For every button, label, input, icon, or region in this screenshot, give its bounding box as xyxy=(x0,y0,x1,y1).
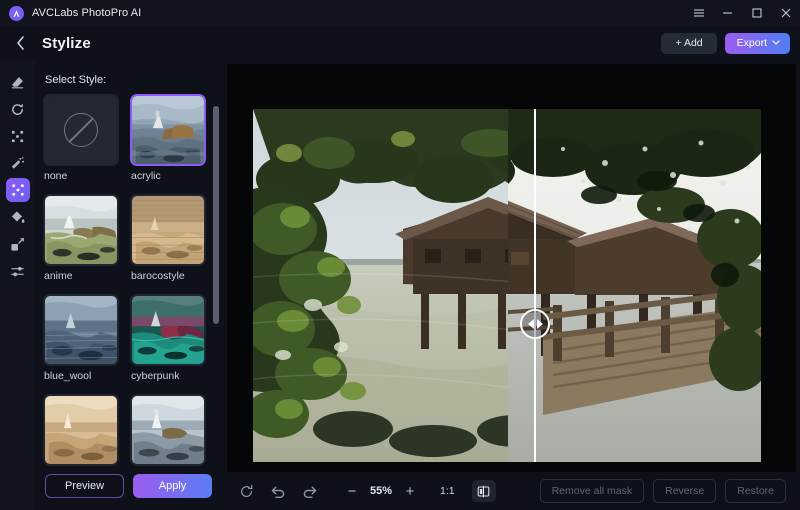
actual-size-button[interactable]: 1:1 xyxy=(435,482,460,500)
back-button[interactable] xyxy=(10,33,30,53)
style-item-barocostyle[interactable]: barocostyle xyxy=(130,194,206,288)
app-logo-icon xyxy=(9,5,24,21)
minimize-icon[interactable] xyxy=(721,7,734,20)
header-actions: + Add Export xyxy=(661,32,790,54)
style-label: anime xyxy=(44,270,73,282)
hamburger-icon[interactable] xyxy=(692,7,705,20)
window-controls xyxy=(692,7,792,20)
style-thumbnail[interactable] xyxy=(130,394,206,466)
triangle-left-icon xyxy=(527,319,534,329)
split-view-icon[interactable] xyxy=(471,480,496,502)
zoom-controls: − 55% + xyxy=(341,480,421,502)
close-icon[interactable] xyxy=(779,7,792,20)
app-window: AVCLabs PhotoPro AI Stylize + Add Export xyxy=(0,0,800,510)
style-label: barocostyle xyxy=(131,270,185,282)
style-scrollbar[interactable] xyxy=(213,94,219,466)
select-style-label: Select Style: xyxy=(45,74,107,86)
zoom-level-value: 55% xyxy=(369,485,393,497)
tool-rail xyxy=(0,60,35,510)
style-thumbnail[interactable] xyxy=(130,194,206,266)
style-item-blue-wool[interactable]: blue_wool xyxy=(43,294,119,388)
app-title: AVCLabs PhotoPro AI xyxy=(32,7,142,19)
style-thumbnail[interactable] xyxy=(43,94,119,166)
mask-actions: Remove all mask Reverse Restore xyxy=(539,479,786,503)
style-thumbnail[interactable] xyxy=(130,294,206,366)
style-item-sepia[interactable] xyxy=(43,394,119,466)
style-item-none[interactable]: none xyxy=(43,94,119,188)
paint-bucket-icon[interactable] xyxy=(6,205,30,229)
scrollbar-thumb[interactable] xyxy=(213,106,219,324)
maximize-icon[interactable] xyxy=(750,7,763,20)
page-header: Stylize + Add Export xyxy=(0,26,800,60)
canvas-toolbar: − 55% + 1:1 Remove all mask Reverse Rest… xyxy=(227,472,796,510)
style-label: blue_wool xyxy=(44,370,92,382)
style-label: none xyxy=(44,170,68,182)
app-body: Select Style: none acrylic anime barocos… xyxy=(0,60,800,510)
adjust-sliders-icon[interactable] xyxy=(6,259,30,283)
title-bar: AVCLabs PhotoPro AI xyxy=(0,0,800,26)
style-thumbnail[interactable] xyxy=(43,294,119,366)
stylize-icon[interactable] xyxy=(5,178,30,202)
restore-button[interactable]: Restore xyxy=(725,479,786,503)
export-label: Export xyxy=(736,37,767,49)
comparison-viewer[interactable] xyxy=(253,109,761,462)
panel-footer: Preview Apply xyxy=(43,466,223,510)
add-button[interactable]: + Add xyxy=(661,32,717,54)
style-panel: Select Style: none acrylic anime barocos… xyxy=(35,60,223,510)
remove-all-mask-button[interactable]: Remove all mask xyxy=(539,479,645,503)
page-title: Stylize xyxy=(42,34,91,52)
style-grid: none acrylic anime barocostyle blue_wool… xyxy=(43,94,223,466)
style-thumbnail[interactable] xyxy=(43,394,119,466)
export-button[interactable]: Export xyxy=(724,32,790,54)
style-item-sketch[interactable] xyxy=(130,394,206,466)
redo-icon[interactable] xyxy=(297,479,323,503)
style-item-cyberpunk[interactable]: cyberpunk xyxy=(130,294,206,388)
comparison-split-line[interactable] xyxy=(534,109,536,462)
style-thumbnail[interactable] xyxy=(130,94,206,166)
style-item-acrylic[interactable]: acrylic xyxy=(130,94,206,188)
chevron-down-icon xyxy=(772,39,780,47)
resize-icon[interactable] xyxy=(6,232,30,256)
preview-button[interactable]: Preview xyxy=(45,474,124,498)
zoom-in-button[interactable]: + xyxy=(399,480,421,502)
magic-wand-icon[interactable] xyxy=(6,151,30,175)
undo-icon[interactable] xyxy=(265,479,291,503)
zoom-out-button[interactable]: − xyxy=(341,480,363,502)
comparison-slider-handle[interactable] xyxy=(520,309,550,339)
refresh-icon[interactable] xyxy=(6,97,30,121)
triangle-right-icon xyxy=(536,319,543,329)
apply-button[interactable]: Apply xyxy=(133,474,212,498)
enhance-dots-icon[interactable] xyxy=(6,124,30,148)
canvas-area: − 55% + 1:1 Remove all mask Reverse Rest… xyxy=(223,60,800,510)
style-label: acrylic xyxy=(131,170,161,182)
style-thumbnail[interactable] xyxy=(43,194,119,266)
style-item-anime[interactable]: anime xyxy=(43,194,119,288)
style-list-scroll[interactable]: none acrylic anime barocostyle blue_wool… xyxy=(43,94,223,466)
image-canvas[interactable] xyxy=(227,64,796,472)
style-label: cyberpunk xyxy=(131,370,180,382)
eraser-icon[interactable] xyxy=(6,70,30,94)
reset-icon[interactable] xyxy=(233,479,259,503)
reverse-button[interactable]: Reverse xyxy=(653,479,717,503)
